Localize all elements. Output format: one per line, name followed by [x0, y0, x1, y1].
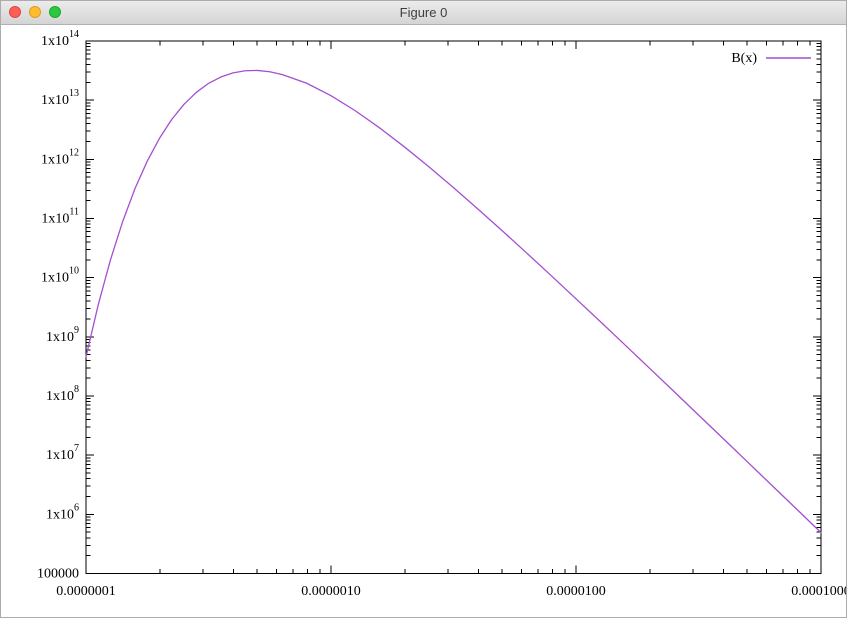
y-tick-label: 100000 [37, 566, 79, 581]
y-tick-label: 1x107 [46, 443, 79, 463]
legend: B(x) [731, 51, 811, 66]
y-tick-label: 1x108 [46, 384, 79, 404]
y-tick-label: 1x1014 [41, 29, 79, 49]
y-tick-label: 1x109 [46, 324, 79, 344]
plot-frame [86, 41, 821, 574]
x-tick-label: 0.0000010 [301, 584, 361, 599]
y-axis-labels: 100000 1x106 1x107 1x108 1x109 1x1010 1x1011 1x… [37, 29, 79, 582]
y-tick-label: 1x106 [46, 502, 79, 522]
y-axis-ticks [86, 41, 821, 574]
x-tick-label: 0.0000001 [56, 584, 116, 599]
x-tick-label: 0.0000100 [546, 584, 606, 599]
figure-window: Figure 0 100000 1x106 1x107 1x108 1x109 1x101… [0, 0, 847, 618]
plot-canvas: 100000 1x106 1x107 1x108 1x109 1x1010 1x1011 1x… [1, 25, 846, 617]
window-title: Figure 0 [1, 1, 846, 24]
series-line-bx [86, 70, 821, 532]
y-tick-label: 1x1012 [41, 147, 79, 167]
legend-label: B(x) [731, 51, 757, 66]
y-tick-label: 1x1013 [41, 88, 79, 108]
y-tick-label: 1x1011 [41, 206, 79, 226]
x-axis-labels: 0.0000001 0.0000010 0.0000100 0.0001000 [56, 584, 847, 599]
x-tick-label: 0.0001000 [791, 584, 847, 599]
window-titlebar[interactable]: Figure 0 [1, 1, 846, 25]
y-tick-label: 1x1010 [41, 265, 79, 285]
chart-area: 100000 1x106 1x107 1x108 1x109 1x1010 1x1011 1x… [1, 25, 846, 617]
x-axis-ticks [86, 41, 821, 574]
